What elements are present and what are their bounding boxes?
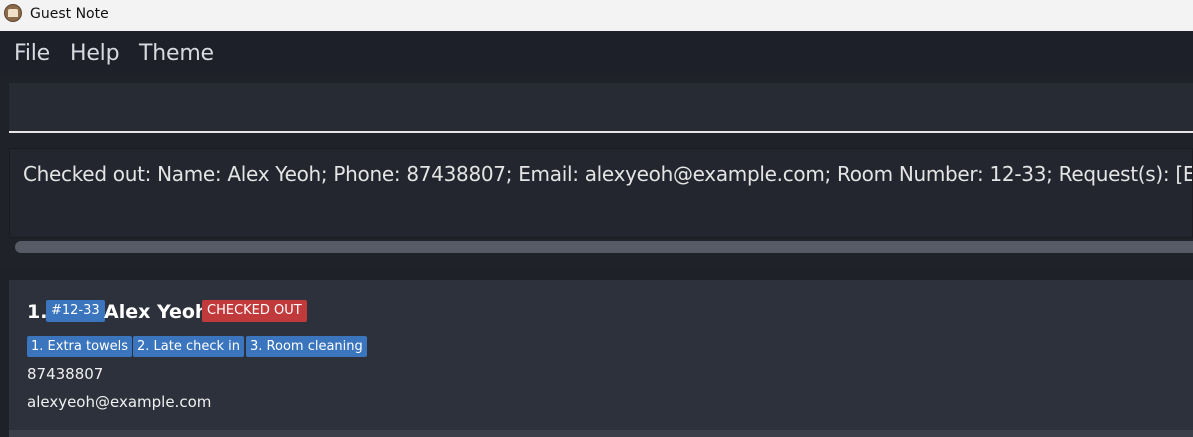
window-title: Guest Note — [30, 6, 109, 22]
result-message: Checked out: Name: Alex Yeoh; Phone: 874… — [23, 162, 1193, 186]
result-display: Checked out: Name: Alex Yeoh; Phone: 874… — [9, 148, 1193, 238]
horizontal-scrollbar[interactable] — [15, 241, 1193, 253]
guest-list: 1. #12-33 Alex Yeoh CHECKED OUT 1. Extra… — [0, 266, 1193, 437]
status-badge: CHECKED OUT — [202, 300, 307, 322]
app-logo-icon — [4, 4, 22, 22]
result-display-container: Checked out: Name: Alex Yeoh; Phone: 874… — [0, 140, 1193, 266]
command-input[interactable] — [9, 83, 1193, 133]
menu-file[interactable]: File — [14, 41, 50, 66]
menu-help[interactable]: Help — [70, 41, 120, 66]
guest-card[interactable]: 1. #12-33 Alex Yeoh CHECKED OUT 1. Extra… — [9, 280, 1193, 430]
request-tag: 3. Room cleaning — [246, 336, 367, 357]
command-box-container — [0, 75, 1193, 140]
guest-phone: 87438807 — [27, 365, 104, 383]
guest-name: Alex Yeoh — [104, 301, 209, 323]
room-number-tag: #12-33 — [46, 300, 105, 322]
menu-bar: File Help Theme — [0, 31, 1193, 75]
request-tag: 1. Extra towels — [27, 336, 133, 357]
next-card-edge — [9, 430, 1193, 437]
guest-index: 1. — [27, 301, 48, 323]
request-tag: 2. Late check in — [133, 336, 245, 357]
title-bar: Guest Note — [0, 0, 1193, 31]
guest-email: alexyeoh@example.com — [27, 393, 212, 411]
menu-theme[interactable]: Theme — [139, 41, 214, 66]
